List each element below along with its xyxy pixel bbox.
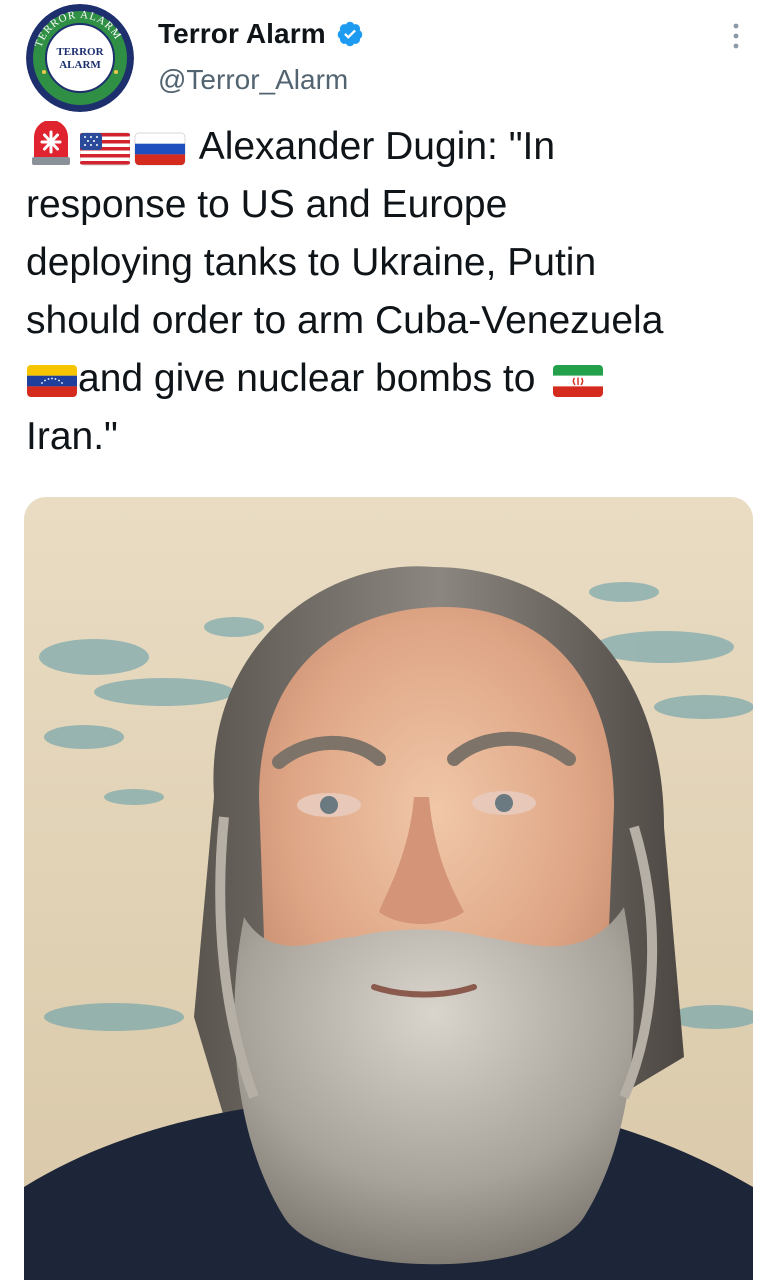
tweet-text: Alexander Dugin: "In response to US and … xyxy=(26,118,761,466)
verified-badge-icon xyxy=(336,20,364,48)
tweet-photo[interactable] xyxy=(24,497,753,1280)
tweet-line-1: Alexander Dugin: "In xyxy=(26,118,761,176)
tweet-line-5: and give nuclear bombs to xyxy=(26,350,761,408)
tweet-line-2: response to US and Europe xyxy=(26,183,508,226)
tweet-line-6: Iran." xyxy=(26,415,118,458)
avatar-text-1: TERROR xyxy=(56,46,104,58)
display-name-row[interactable]: Terror Alarm xyxy=(158,18,364,50)
tweet-line-1-text: Alexander Dugin: "In xyxy=(198,125,556,168)
tweet-line-4: should order to arm Cuba-Venezuela xyxy=(26,299,664,342)
avatar-text-2: ALARM xyxy=(59,59,101,71)
author-handle[interactable]: @Terror_Alarm xyxy=(158,64,348,96)
tweet-card: TERROR ALARM TERROR ALARM Terror Alarm @… xyxy=(0,0,777,1280)
more-vertical-icon[interactable] xyxy=(716,16,756,56)
police-light-emoji xyxy=(26,120,76,184)
display-name[interactable]: Terror Alarm xyxy=(158,18,326,50)
tweet-line-3: deploying tanks to Ukraine, Putin xyxy=(26,241,597,284)
iran-flag-emoji xyxy=(552,358,604,416)
tweet-line-5-text: and give nuclear bombs to xyxy=(78,357,536,400)
avatar[interactable]: TERROR ALARM TERROR ALARM xyxy=(26,4,134,112)
